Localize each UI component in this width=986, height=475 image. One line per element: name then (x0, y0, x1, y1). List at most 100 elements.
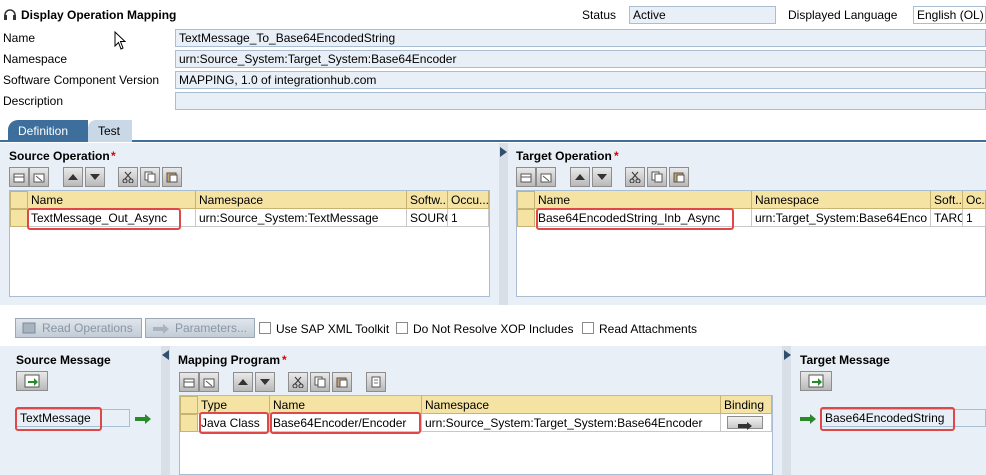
parameters-arrow-icon (153, 323, 169, 337)
mouse-cursor-icon (114, 30, 128, 54)
mp-copy-icon[interactable] (310, 372, 330, 392)
do-not-resolve-xop-label: Do Not Resolve XOP Includes (413, 322, 574, 336)
left-splitter[interactable] (161, 346, 170, 475)
description-field[interactable] (175, 92, 986, 110)
mp-move-up-icon[interactable] (233, 372, 253, 392)
do-not-resolve-xop-checkbox[interactable] (396, 322, 408, 334)
parameters-button[interactable]: Parameters... (145, 318, 255, 338)
mapping-program-required-mark: * (282, 353, 287, 367)
tgt-op-paste-icon[interactable] (669, 167, 689, 187)
src-op-insert-row-icon[interactable] (9, 167, 29, 187)
headset-icon (3, 7, 17, 24)
target-operation-title: Target Operation (516, 149, 612, 163)
src-op-cut-icon[interactable] (118, 167, 138, 187)
src-op-move-up-icon[interactable] (63, 167, 83, 187)
target-message-title: Target Message (800, 353, 890, 367)
mp-name-highlight (270, 412, 421, 434)
read-operations-icon (22, 322, 36, 337)
src-op-move-down-icon[interactable] (85, 167, 105, 187)
namespace-label: Namespace (3, 52, 68, 66)
mp-row-selector[interactable] (180, 414, 198, 432)
collapse-source-arrow-icon[interactable] (162, 349, 169, 363)
tgt-op-insert-row-icon[interactable] (516, 167, 536, 187)
mapping-program-title: Mapping Program (178, 353, 281, 367)
mp-header-selector[interactable] (180, 396, 198, 414)
use-sap-xml-toolkit-checkbox[interactable] (259, 322, 271, 334)
tgt-op-row-selector[interactable] (517, 209, 535, 227)
namespace-field: urn:Source_System:Target_System:Base64En… (175, 50, 986, 68)
tgt-op-move-down-icon[interactable] (592, 167, 612, 187)
target-message-highlight (820, 407, 955, 431)
header-bar: Display Operation Mapping Status Active … (0, 0, 986, 28)
mp-insert-row-icon[interactable] (179, 372, 199, 392)
mp-delete-row-icon[interactable] (199, 372, 219, 392)
src-op-cell-software[interactable]: SOURC (407, 209, 448, 227)
tgt-op-col-software[interactable]: Soft... (931, 191, 963, 209)
src-op-cell-occurrence[interactable]: 1 (448, 209, 489, 227)
src-op-delete-row-icon[interactable] (29, 167, 49, 187)
read-attachments-label: Read Attachments (599, 322, 698, 336)
tgt-op-delete-row-icon[interactable] (536, 167, 556, 187)
src-op-col-namespace[interactable]: Namespace (196, 191, 407, 209)
status-field: Active (629, 6, 776, 24)
status-label: Status (582, 8, 617, 22)
binding-arrow-icon (738, 419, 752, 431)
description-label: Description (3, 94, 64, 108)
tgt-op-move-up-icon[interactable] (570, 167, 590, 187)
tgt-op-col-occurrence[interactable]: Oc... (963, 191, 986, 209)
tgt-op-cell-namespace[interactable]: urn:Target_System:Base64Enco (752, 209, 931, 227)
mp-cell-namespace[interactable]: urn:Source_System:Target_System:Base64En… (422, 414, 721, 432)
source-operation-required-mark: * (111, 149, 116, 163)
tgt-op-copy-icon[interactable] (647, 167, 667, 187)
src-op-cell-namespace[interactable]: urn:Source_System:TextMessage (196, 209, 407, 227)
tgt-op-cut-icon[interactable] (625, 167, 645, 187)
mp-col-namespace[interactable]: Namespace (422, 396, 721, 414)
displayed-language-label: Displayed Language (788, 8, 898, 22)
mp-move-down-icon[interactable] (255, 372, 275, 392)
tab-strip (0, 120, 986, 142)
target-message-arrow-icon (800, 413, 816, 427)
src-op-row-selector[interactable] (10, 209, 28, 227)
tgt-op-cell-occurrence[interactable]: 1 (963, 209, 986, 227)
tgt-op-col-name[interactable]: Name (535, 191, 752, 209)
collapse-target-arrow-icon[interactable] (784, 349, 791, 363)
tab-test[interactable]: Test (88, 120, 132, 142)
name-label: Name (3, 31, 36, 45)
src-op-copy-icon[interactable] (140, 167, 160, 187)
tgt-op-header-selector[interactable] (517, 191, 535, 209)
src-op-col-occurrence[interactable]: Occu... (448, 191, 489, 209)
source-message-arrow-icon (135, 413, 151, 427)
binding-button[interactable] (727, 416, 763, 431)
operations-splitter[interactable] (499, 143, 508, 305)
src-op-col-software[interactable]: Softw... (407, 191, 448, 209)
tgt-op-col-namespace[interactable]: Namespace (752, 191, 931, 209)
source-message-title: Source Message (16, 353, 111, 367)
read-operations-label: Read Operations (42, 321, 133, 335)
mp-document-icon[interactable] (366, 372, 386, 392)
read-attachments-checkbox[interactable] (582, 322, 594, 334)
software-component-version-label: Software Component Version (3, 73, 160, 87)
source-message-highlight (15, 407, 102, 431)
right-splitter[interactable] (782, 346, 791, 475)
target-message-select-icon[interactable] (800, 371, 832, 391)
page-title: Display Operation Mapping (21, 8, 177, 22)
src-op-header-selector[interactable] (10, 191, 28, 209)
displayed-language-select[interactable]: English (OL) (913, 6, 986, 24)
mp-paste-icon[interactable] (332, 372, 352, 392)
src-op-name-highlight (27, 208, 181, 230)
tgt-op-cell-software[interactable]: TARG (931, 209, 963, 227)
collapse-left-arrow-icon[interactable] (500, 146, 507, 160)
use-sap-xml-toolkit-label: Use SAP XML Toolkit (276, 322, 390, 336)
target-operation-required-mark: * (614, 149, 619, 163)
mp-cut-icon[interactable] (288, 372, 308, 392)
parameters-label: Parameters... (175, 321, 248, 335)
mp-col-binding[interactable]: Binding (721, 396, 772, 414)
tgt-op-name-highlight (536, 208, 734, 230)
mp-cell-binding[interactable] (721, 414, 772, 432)
tab-definition[interactable]: Definition (8, 120, 88, 142)
name-field: TextMessage_To_Base64EncodedString (175, 29, 986, 47)
src-op-col-name[interactable]: Name (28, 191, 196, 209)
source-message-select-icon[interactable] (16, 371, 48, 391)
src-op-paste-icon[interactable] (162, 167, 182, 187)
read-operations-button[interactable]: Read Operations (15, 318, 142, 338)
